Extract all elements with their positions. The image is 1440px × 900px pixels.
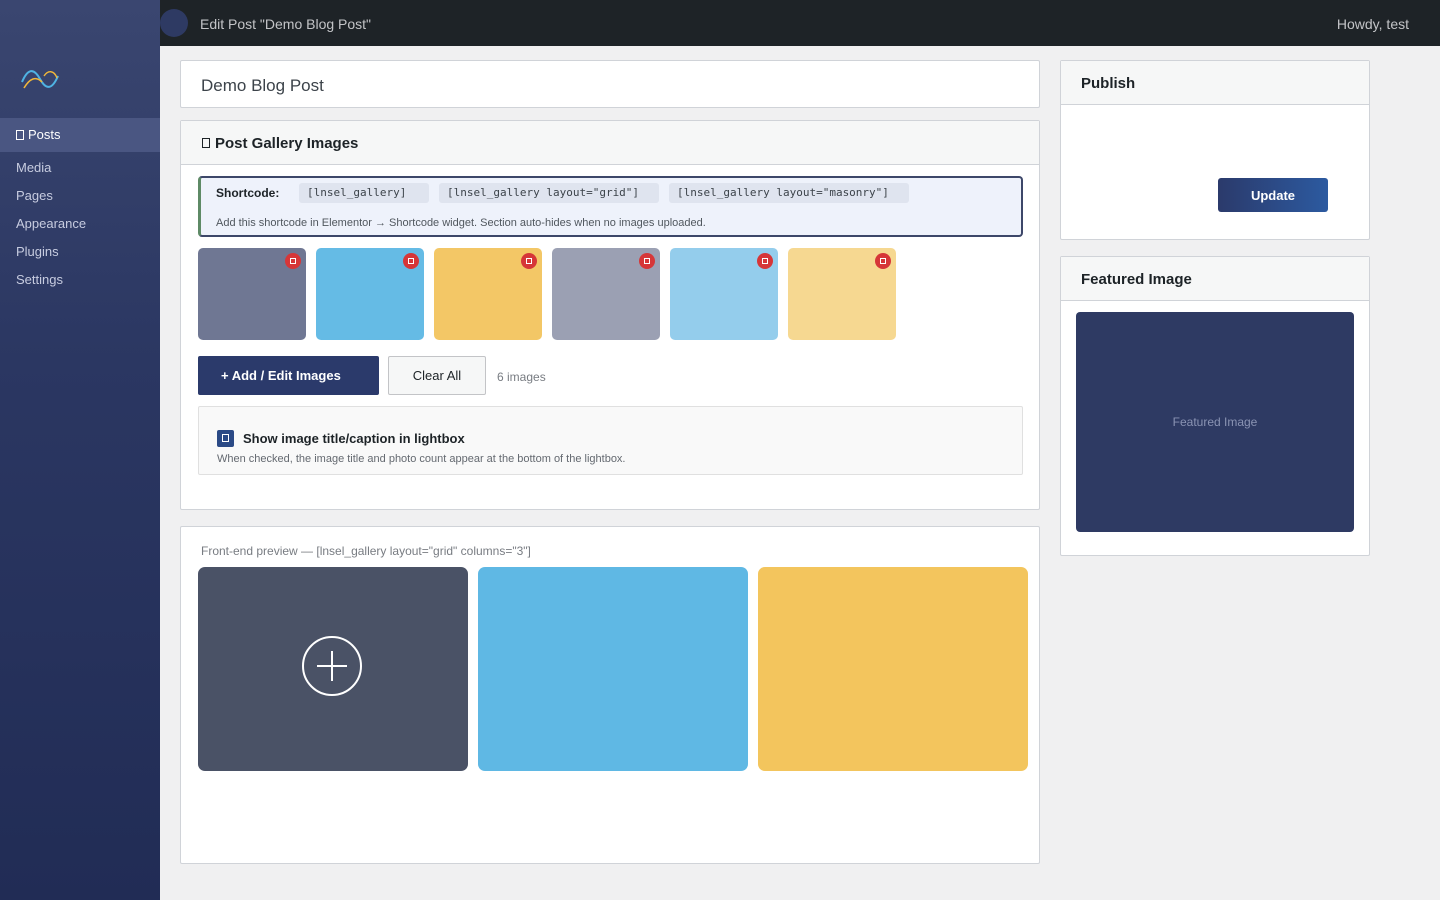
sidebar-item-label: Plugins: [16, 244, 59, 259]
preview-tile[interactable]: [478, 567, 748, 771]
sidebar-item-label: Media: [16, 160, 52, 175]
remove-image-icon[interactable]: [757, 253, 773, 269]
shortcode-label: Shortcode:: [216, 186, 280, 200]
gallery-thumb[interactable]: [434, 248, 542, 340]
featured-image-header[interactable]: Featured Image: [1061, 257, 1369, 301]
infinity-logo-icon[interactable]: [20, 66, 60, 92]
gallery-icon: [202, 138, 210, 148]
preview-tile[interactable]: [198, 567, 468, 771]
remove-image-icon[interactable]: [639, 253, 655, 269]
update-button[interactable]: Update: [1218, 178, 1328, 212]
gallery-thumb[interactable]: [316, 248, 424, 340]
sidebar-item-settings[interactable]: Settings: [0, 266, 160, 294]
plus-circle-icon[interactable]: [302, 636, 362, 696]
frontend-preview: Front-end preview — [lnsel_gallery layou…: [180, 526, 1040, 864]
post-title-value: Demo Blog Post: [201, 76, 324, 95]
sidebar-item-label: Pages: [16, 188, 53, 203]
publish-metabox: Publish Update: [1060, 60, 1370, 240]
user-greeting[interactable]: Howdy, test: [1337, 16, 1409, 32]
remove-image-icon[interactable]: [285, 253, 301, 269]
lightbox-option: Show image title/caption in lightbox Whe…: [198, 406, 1023, 475]
admin-sidebar: Posts Media Pages Appearance Plugins Set…: [0, 0, 160, 900]
lightbox-caption-checkbox[interactable]: [217, 430, 234, 447]
gallery-metabox: Post Gallery Images Shortcode: [lnsel_ga…: [180, 120, 1040, 510]
remove-image-icon[interactable]: [875, 253, 891, 269]
sidebar-menu: Posts Media Pages Appearance Plugins Set…: [0, 118, 160, 294]
image-count: 6 images: [497, 370, 546, 384]
gallery-metabox-title: Post Gallery Images: [215, 135, 359, 152]
remove-image-icon[interactable]: [521, 253, 537, 269]
page-title: Edit Post "Demo Blog Post": [200, 16, 372, 32]
gallery-thumb[interactable]: [670, 248, 778, 340]
sidebar-item-label: Settings: [16, 272, 63, 287]
shortcode-chip-default[interactable]: [lnsel_gallery]: [299, 183, 429, 203]
clear-all-button[interactable]: Clear All: [388, 356, 486, 395]
add-edit-images-button[interactable]: + Add / Edit Images: [198, 356, 379, 395]
remove-image-icon[interactable]: [403, 253, 419, 269]
featured-image-placeholder-text: Featured Image: [1172, 415, 1258, 429]
preview-tile[interactable]: [758, 567, 1028, 771]
shortcode-chip-masonry[interactable]: [lnsel_gallery layout="masonry"]: [669, 183, 909, 203]
gallery-thumb[interactable]: [788, 248, 896, 340]
featured-image-title: Featured Image: [1081, 271, 1192, 288]
sidebar-item-media[interactable]: Media: [0, 154, 160, 182]
sidebar-item-label: Appearance: [16, 216, 87, 231]
post-title-field[interactable]: Demo Blog Post: [180, 60, 1040, 108]
site-avatar[interactable]: [160, 9, 188, 37]
shortcode-chip-grid[interactable]: [lnsel_gallery layout="grid"]: [439, 183, 659, 203]
sidebar-item-plugins[interactable]: Plugins: [0, 238, 160, 266]
shortcode-note: Add this shortcode in Elementor → Shortc…: [216, 217, 706, 229]
shortcode-panel: Shortcode: [lnsel_gallery] [lnsel_galler…: [198, 176, 1023, 237]
sidebar-item-posts[interactable]: Posts: [0, 118, 160, 152]
featured-image-placeholder[interactable]: Featured Image: [1076, 312, 1354, 532]
lightbox-caption-description: When checked, the image title and photo …: [217, 453, 626, 465]
gallery-metabox-header[interactable]: Post Gallery Images: [181, 121, 1039, 165]
lightbox-caption-label[interactable]: Show image title/caption in lightbox: [243, 431, 465, 446]
publish-metabox-header[interactable]: Publish: [1061, 61, 1369, 105]
posts-icon: [16, 130, 24, 140]
sidebar-item-appearance[interactable]: Appearance: [0, 210, 160, 238]
publish-title: Publish: [1081, 75, 1136, 92]
preview-caption: Front-end preview — [lnsel_gallery layou…: [201, 544, 531, 558]
sidebar-item-label: Posts: [28, 127, 61, 142]
sidebar-item-pages[interactable]: Pages: [0, 182, 160, 210]
admin-topbar: Edit Post "Demo Blog Post" Howdy, test: [160, 0, 1440, 46]
featured-image-metabox: Featured Image Featured Image: [1060, 256, 1370, 556]
gallery-thumb[interactable]: [198, 248, 306, 340]
gallery-thumb[interactable]: [552, 248, 660, 340]
